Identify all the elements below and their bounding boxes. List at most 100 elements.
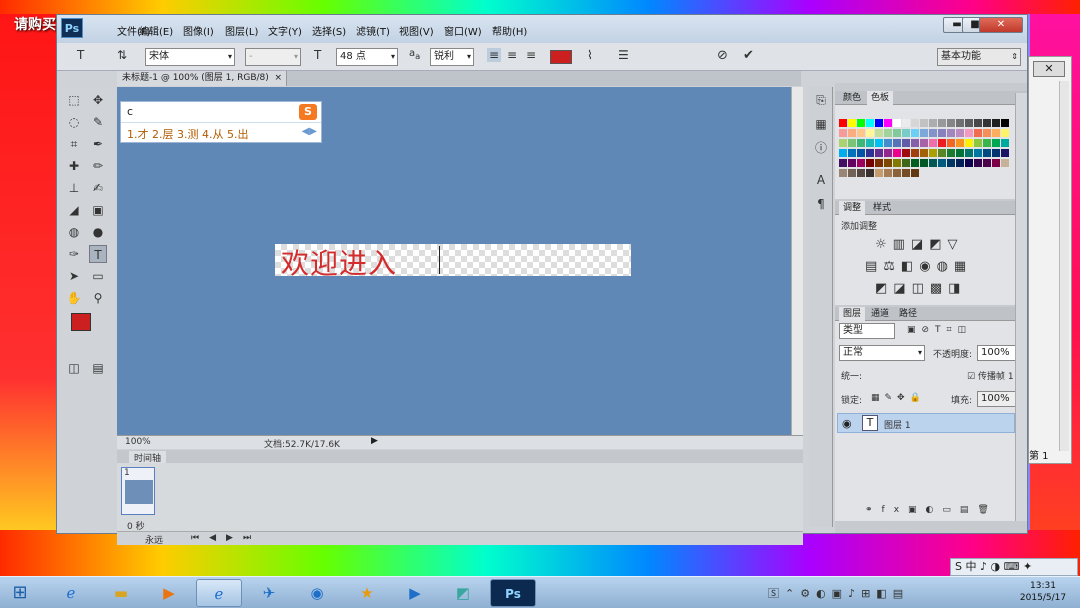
color-swatch[interactable] [866, 139, 874, 147]
commit-icon[interactable]: ✔ [743, 48, 754, 63]
color-swatch[interactable] [929, 139, 937, 147]
player-taskbar-icon[interactable]: ▶ [392, 579, 438, 607]
bird-taskbar-icon[interactable]: ✈ [246, 579, 292, 607]
color-swatch[interactable] [902, 169, 910, 177]
background-window[interactable]: ✕ 第 1 [1028, 56, 1072, 464]
color-swatch[interactable] [938, 139, 946, 147]
color-swatch[interactable] [983, 159, 991, 167]
kuaibo-taskbar-icon[interactable]: ★ [344, 579, 390, 607]
close-tab-icon[interactable]: × [274, 71, 282, 86]
align-right-icon[interactable]: ≡ [526, 48, 536, 62]
layer-name[interactable]: 图层 1 [884, 418, 911, 431]
color-swatch[interactable] [866, 119, 874, 127]
zoom-level[interactable]: 100% [125, 437, 151, 447]
color-swatch[interactable] [884, 169, 892, 177]
menu-type[interactable]: 文字(Y) [268, 23, 302, 38]
color-swatch[interactable] [857, 159, 865, 167]
stamp-tool-icon[interactable]: ⊥ [65, 179, 83, 197]
color-swatch[interactable] [938, 129, 946, 137]
color-swatch[interactable] [875, 139, 883, 147]
path-select-icon[interactable]: ➤ [65, 267, 83, 285]
color-swatch[interactable] [920, 119, 928, 127]
color-swatch[interactable] [965, 119, 973, 127]
text-color-swatch[interactable] [550, 50, 572, 64]
ime-page-arrows[interactable]: ◀▶ [302, 126, 317, 137]
canvas-text[interactable]: 欢迎进入 [281, 242, 397, 282]
color-swatch[interactable] [875, 169, 883, 177]
color-swatch[interactable] [929, 129, 937, 137]
adjustment-icons-row1[interactable]: ☼▥◪◩▽ [875, 237, 964, 252]
color-swatch[interactable] [848, 169, 856, 177]
color-swatch[interactable] [1001, 129, 1009, 137]
color-swatch[interactable] [866, 129, 874, 137]
color-swatch[interactable] [848, 139, 856, 147]
color-swatch[interactable] [857, 129, 865, 137]
close-button[interactable]: ✕ [979, 17, 1023, 33]
color-swatch[interactable] [839, 139, 847, 147]
quick-mask-icon[interactable]: ◫ [65, 359, 83, 377]
explorer-taskbar-icon[interactable]: ▬ [98, 579, 144, 607]
color-swatch[interactable] [911, 129, 919, 137]
color-swatch[interactable] [866, 169, 874, 177]
ime-status-bar[interactable]: S 中 ♪ ◑ ⌨ ✦ [950, 558, 1078, 576]
color-swatch[interactable] [965, 159, 973, 167]
color-swatch[interactable] [947, 149, 955, 157]
color-swatch[interactable] [857, 169, 865, 177]
blend-mode-select[interactable]: 正常 ▾ [839, 345, 925, 361]
character-panel-icon[interactable]: A [812, 171, 830, 189]
lock-icons[interactable]: ▦✎✥🔒 [871, 393, 926, 403]
menu-filter[interactable]: 滤镜(T) [356, 23, 390, 38]
color-swatch[interactable] [929, 149, 937, 157]
text-orientation-icon[interactable]: ⇅ [117, 48, 127, 62]
color-swatch[interactable] [983, 129, 991, 137]
screen-mode-icon[interactable]: ▤ [89, 359, 107, 377]
color-swatch[interactable] [992, 159, 1000, 167]
color-swatch[interactable] [875, 119, 883, 127]
eraser-tool-icon[interactable]: ◢ [65, 201, 83, 219]
color-swatch[interactable] [911, 149, 919, 157]
color-swatch[interactable] [848, 129, 856, 137]
color-swatch[interactable] [929, 119, 937, 127]
color-swatch[interactable] [902, 119, 910, 127]
layer-filter-icons[interactable]: ▣⊘T⌗◫ [907, 325, 972, 335]
color-swatch[interactable] [974, 149, 982, 157]
ime-candidates[interactable]: 1.才 2.层 3.测 4.从 5.出 [127, 126, 248, 142]
canvas-area[interactable]: c S 1.才 2.层 3.测 4.从 5.出 ◀▶ 欢迎进入 [117, 87, 793, 435]
layer-filter-select[interactable]: 类型 [839, 323, 895, 339]
color-swatch[interactable] [956, 119, 964, 127]
color-swatch[interactable] [956, 149, 964, 157]
color-swatch[interactable] [839, 129, 847, 137]
color-swatch[interactable] [884, 139, 892, 147]
color-swatch[interactable] [992, 139, 1000, 147]
brush-tool-icon[interactable]: ✏ [89, 157, 107, 175]
text-layer-canvas[interactable]: 欢迎进入 [275, 244, 631, 280]
color-swatch[interactable] [983, 119, 991, 127]
color-swatch[interactable] [965, 139, 973, 147]
tab-color[interactable]: 颜色 [839, 91, 865, 105]
canvas-vertical-scrollbar[interactable] [791, 87, 803, 435]
color-swatch[interactable] [893, 139, 901, 147]
menu-layer[interactable]: 图层(L) [225, 23, 258, 38]
color-swatch[interactable] [1001, 119, 1009, 127]
gradient-tool-icon[interactable]: ▣ [89, 201, 107, 219]
color-swatch[interactable] [884, 129, 892, 137]
cancel-icon[interactable]: ⊘ [717, 48, 728, 63]
healing-tool-icon[interactable]: ✚ [65, 157, 83, 175]
workspace-select[interactable]: 基本功能 ⇕ [937, 48, 1021, 66]
color-swatch[interactable] [911, 119, 919, 127]
color-swatch[interactable] [938, 159, 946, 167]
color-swatch[interactable] [920, 129, 928, 137]
menu-help[interactable]: 帮助(H) [492, 23, 527, 38]
shape-tool-icon[interactable]: ▭ [89, 267, 107, 285]
color-swatch[interactable] [947, 139, 955, 147]
color-swatch[interactable] [938, 119, 946, 127]
color-swatch[interactable] [884, 159, 892, 167]
paragraph-panel-icon[interactable]: ¶ [812, 195, 830, 213]
color-swatch[interactable] [974, 159, 982, 167]
tab-channels[interactable]: 通道 [867, 307, 893, 321]
zoom-tool-icon[interactable]: ⚲ [89, 289, 107, 307]
layer-row[interactable]: ◉ T 图层 1 [837, 413, 1015, 433]
tab-styles[interactable]: 样式 [869, 201, 895, 215]
color-swatch[interactable] [857, 119, 865, 127]
marquee-tool-icon[interactable]: ⬚ [65, 91, 83, 109]
